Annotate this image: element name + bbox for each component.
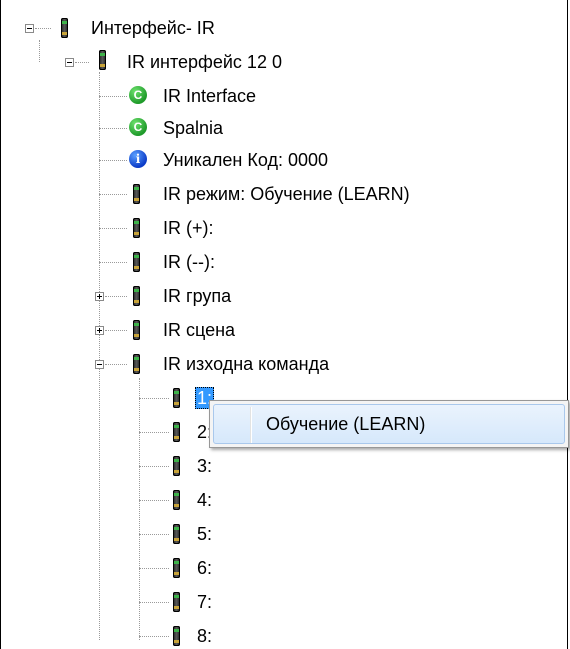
- battery-device-icon: [133, 218, 140, 238]
- tree-node-unique-code[interactable]: Уникален Код: 0000: [163, 149, 328, 171]
- tree-node-root[interactable]: Интерфейс- IR: [91, 17, 215, 39]
- tree-connector: [139, 534, 169, 535]
- tree-view-panel: Интерфейс- IR IR интерфейс 12 0 C IR Int…: [0, 0, 569, 649]
- tree-node-command-7[interactable]: 7:: [197, 591, 212, 613]
- tree-connector: [139, 398, 169, 399]
- tree-connector: [139, 602, 169, 603]
- tree-node-module[interactable]: IR интерфейс 12 0: [127, 51, 282, 73]
- context-menu: Обучение (LEARN): [209, 400, 569, 448]
- collapse-toggle-module[interactable]: [65, 58, 74, 67]
- tree-connector: [99, 96, 127, 97]
- tree-connector: [139, 636, 169, 637]
- tree-node-ir-plus[interactable]: IR (+):: [163, 217, 214, 239]
- tree-connector: [139, 378, 140, 640]
- tree-connector: [99, 194, 127, 195]
- tree-connector: [139, 466, 169, 467]
- battery-device-icon: [173, 490, 180, 510]
- collapse-toggle-root[interactable]: [25, 24, 34, 33]
- tree-connector: [139, 500, 169, 501]
- info-icon: i: [129, 150, 147, 168]
- battery-device-icon: [173, 388, 180, 408]
- tree-node-command-4[interactable]: 4:: [197, 489, 212, 511]
- battery-device-icon: [133, 320, 140, 340]
- tree-connector: [99, 228, 127, 229]
- battery-device-icon: [173, 558, 180, 578]
- battery-device-icon: [173, 456, 180, 476]
- menu-separator: [250, 407, 252, 443]
- collapse-toggle-ir-output-command[interactable]: [95, 360, 104, 369]
- battery-device-icon: [173, 422, 180, 442]
- tree-node-ir-output-command[interactable]: IR изходна команда: [163, 353, 329, 375]
- tree-connector: [99, 72, 100, 640]
- battery-device-icon: [173, 592, 180, 612]
- battery-device-icon: [173, 626, 180, 646]
- battery-device-icon: [61, 18, 68, 38]
- battery-device-icon: [173, 524, 180, 544]
- expand-toggle-ir-scene[interactable]: [95, 326, 104, 335]
- tree-node-ir-group[interactable]: IR група: [163, 285, 231, 307]
- tree-node-ir-scene[interactable]: IR сцена: [163, 319, 235, 341]
- battery-device-icon: [133, 286, 140, 306]
- tree-connector: [139, 568, 169, 569]
- tree-connector: [75, 62, 89, 63]
- tree-connector: [105, 296, 127, 297]
- tree-node-ir-mode[interactable]: IR режим: Обучение (LEARN): [163, 183, 410, 205]
- tree-node-command-3[interactable]: 3:: [197, 455, 212, 477]
- tree-connector: [99, 128, 127, 129]
- battery-device-icon: [133, 184, 140, 204]
- green-c-icon: C: [129, 86, 147, 104]
- context-menu-item-learn[interactable]: Обучение (LEARN): [213, 404, 565, 444]
- battery-device-icon: [133, 252, 140, 272]
- tree-connector: [105, 330, 127, 331]
- tree-connector: [39, 40, 40, 62]
- tree-connector: [139, 432, 169, 433]
- tree-node-ir-minus[interactable]: IR (--):: [163, 251, 215, 273]
- tree-connector: [99, 160, 127, 161]
- tree-connector: [35, 28, 51, 29]
- tree-connector: [99, 262, 127, 263]
- tree-connector: [105, 364, 127, 365]
- tree-node-command-6[interactable]: 6:: [197, 557, 212, 579]
- context-menu-item-label: Обучение (LEARN): [266, 414, 426, 434]
- expand-toggle-ir-group[interactable]: [95, 292, 104, 301]
- tree-node-spalnia[interactable]: Spalnia: [163, 117, 223, 139]
- battery-device-icon: [133, 354, 140, 374]
- tree-node-command-5[interactable]: 5:: [197, 523, 212, 545]
- green-c-icon: C: [129, 118, 147, 136]
- battery-device-icon: [99, 50, 106, 70]
- tree-node-command-8[interactable]: 8:: [197, 625, 212, 647]
- tree-node-ir-interface[interactable]: IR Interface: [163, 85, 256, 107]
